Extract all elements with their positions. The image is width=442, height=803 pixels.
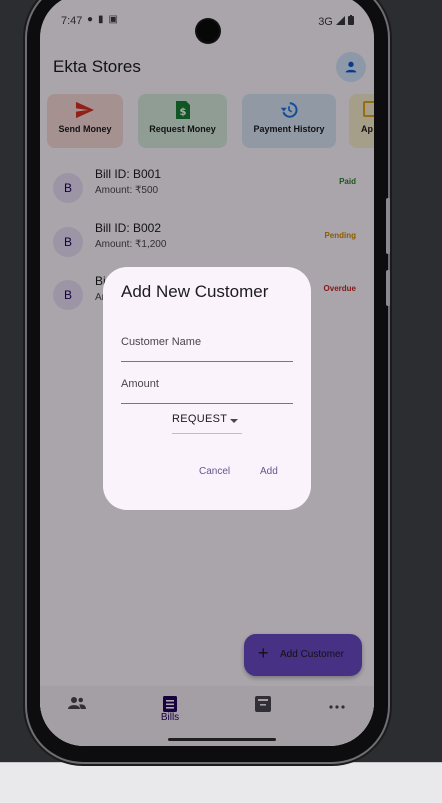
amount-input[interactable] <box>121 369 293 399</box>
dialog-title: Add New Customer <box>121 282 269 301</box>
type-dropdown-value: REQUEST <box>172 413 228 425</box>
add-customer-dialog: Add New Customer REQUEST Cancel Add <box>103 267 311 510</box>
power-button <box>386 270 390 306</box>
cancel-button[interactable]: Cancel <box>191 460 238 484</box>
app-screen: 7:47 ●▮▣ 3G Ekta Stores Send Money $ Req… <box>40 0 374 746</box>
dropdown-arrow-icon <box>230 419 238 423</box>
background-panel <box>0 762 442 803</box>
add-button[interactable]: Add <box>252 460 286 484</box>
volume-button <box>386 198 390 254</box>
customer-name-input[interactable] <box>121 327 293 357</box>
type-dropdown[interactable]: REQUEST <box>172 407 242 434</box>
customer-name-field[interactable] <box>121 327 293 362</box>
amount-field[interactable] <box>121 369 293 404</box>
home-indicator <box>168 738 276 741</box>
